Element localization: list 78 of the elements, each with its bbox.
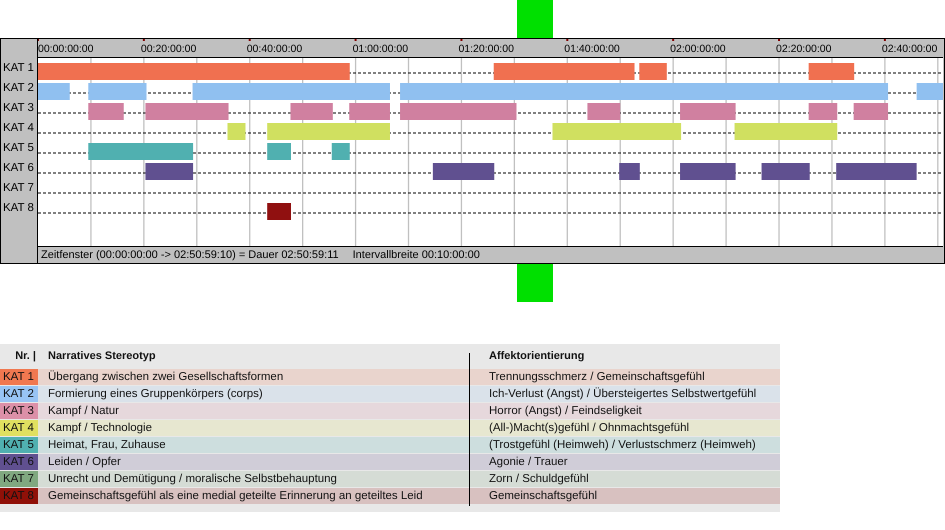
status-text: Zeitfenster (00:00:00:00 -> 02:50:59:10) = Dauer 02:50:59:11 bbox=[41, 249, 339, 261]
column-header: Nr. | bbox=[14, 350, 37, 362]
tick-label: 02:00:00:00 bbox=[670, 43, 726, 55]
table-cell-text: Horror (Angst) / Feindseligkeit bbox=[488, 405, 643, 417]
category-label: KAT 2 bbox=[2, 81, 35, 96]
timeline-bar bbox=[88, 103, 124, 120]
tick-mark bbox=[672, 39, 674, 41]
timeline-bar bbox=[639, 63, 667, 80]
tick-mark bbox=[354, 39, 357, 41]
category-label: KAT 3 bbox=[2, 101, 35, 116]
category-swatch: KAT 6 bbox=[0, 454, 38, 470]
timeline-bar bbox=[680, 163, 736, 180]
category-swatch: KAT 2 bbox=[0, 386, 38, 402]
table-cell-text: Übergang zwischen zwei Gesellschaftsformen bbox=[47, 371, 284, 383]
timeline-bar bbox=[267, 143, 291, 160]
timeline-bar bbox=[680, 103, 736, 120]
table-cell-text: Zorn / Schuldgefühl bbox=[488, 473, 590, 485]
table-cell-text: Kampf / Natur bbox=[47, 405, 120, 417]
category-swatch: KAT 5 bbox=[0, 437, 38, 453]
timeline-bar bbox=[267, 203, 291, 220]
tick-label: 00:20:00:00 bbox=[140, 43, 196, 55]
category-swatch: KAT 1 bbox=[0, 369, 38, 385]
timeline-bar bbox=[88, 83, 146, 100]
column-header: Affektorientierung bbox=[488, 350, 586, 362]
timeline-bar bbox=[38, 83, 70, 100]
status-text: Intervallbreite 00:10:00:00 bbox=[352, 249, 480, 261]
category-label: KAT 1 bbox=[2, 61, 35, 76]
column-header: Narratives Stereotyp bbox=[47, 350, 157, 362]
tick-mark bbox=[460, 39, 462, 41]
position-marker bbox=[517, 264, 553, 302]
timeline-bar bbox=[762, 163, 810, 180]
table-cell-text: (Trostgefühl (Heimweh) / Verlustschmerz (Heimweh) bbox=[488, 439, 757, 451]
timeline-bar bbox=[808, 103, 838, 120]
tick-label: 01:00:00:00 bbox=[352, 43, 408, 55]
tick-label: 01:20:00:00 bbox=[458, 43, 514, 55]
timeline-bar bbox=[587, 103, 620, 120]
table-cell-text: Heimat, Frau, Zuhause bbox=[47, 439, 167, 451]
tick-mark bbox=[566, 39, 568, 41]
tick-label: 02:40:00:00 bbox=[882, 43, 938, 55]
table-cell-text: Ich-Verlust (Angst) / Übersteigertes Selbstwertgefühl bbox=[488, 388, 758, 400]
tick-mark bbox=[142, 39, 145, 41]
table-cell-text: Agonie / Trauer bbox=[488, 456, 569, 468]
category-label: KAT 5 bbox=[2, 141, 35, 156]
table-cell-text: Gemeinschaftsgefühl als eine medial geteilte Erinnerung an geteiltes Leid bbox=[47, 490, 424, 502]
tick-mark bbox=[778, 39, 780, 41]
category-label: KAT 8 bbox=[2, 201, 35, 216]
tick-label: 02:20:00:00 bbox=[776, 43, 832, 55]
category-swatch: KAT 8 bbox=[0, 488, 38, 504]
timeline-bar bbox=[619, 163, 640, 180]
category-swatch: KAT 3 bbox=[0, 403, 38, 419]
position-marker bbox=[517, 0, 553, 38]
table-cell-text: Formierung eines Gruppenkörpers (corps) bbox=[47, 388, 264, 400]
timeline-bar bbox=[916, 83, 943, 100]
category-swatch: KAT 7 bbox=[0, 471, 38, 487]
table-cell-text: (All-)Macht(s)gefühl / Ohnmachtsgefühl bbox=[488, 422, 690, 434]
tick-label: 00:00:00:00 bbox=[38, 43, 94, 55]
category-label: KAT 6 bbox=[2, 161, 35, 176]
timeline-bar bbox=[349, 103, 390, 120]
table-cell-text: Unrecht und Demütigung / moralische Selbstbehauptung bbox=[47, 473, 338, 485]
tick-mark bbox=[38, 39, 39, 41]
timeline-bar bbox=[145, 163, 194, 180]
category-label: KAT 4 bbox=[2, 121, 35, 136]
table-cell-text: Gemeinschaftsgefühl bbox=[488, 490, 598, 502]
table-cell-text: Trennungsschmerz / Gemeinschaftsgefühl bbox=[488, 371, 706, 383]
category-label: KAT 7 bbox=[2, 181, 35, 196]
timeline-bar bbox=[808, 63, 854, 80]
tick-label: 00:40:00:00 bbox=[246, 43, 302, 55]
tick-mark bbox=[248, 39, 251, 41]
timeline-bar bbox=[332, 143, 350, 160]
timeline-bar bbox=[432, 163, 494, 180]
tick-label: 01:40:00:00 bbox=[564, 43, 620, 55]
tick-mark bbox=[884, 39, 886, 41]
table-cell-text: Leiden / Opfer bbox=[47, 456, 122, 468]
timeline-bar bbox=[228, 123, 246, 140]
table-cell-text: Kampf / Technologie bbox=[47, 422, 153, 434]
timeline-bar bbox=[290, 103, 333, 120]
category-swatch: KAT 4 bbox=[0, 420, 38, 436]
timeline-bar bbox=[854, 103, 888, 120]
